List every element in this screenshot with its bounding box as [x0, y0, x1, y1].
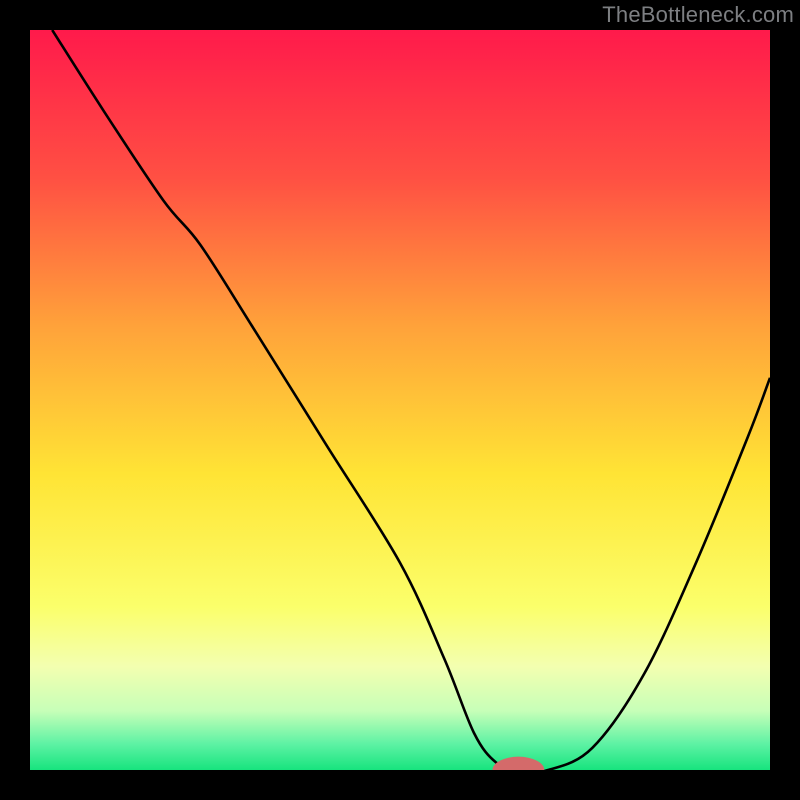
chart-background	[30, 30, 770, 770]
chart-svg	[30, 30, 770, 770]
attribution-text: TheBottleneck.com	[602, 2, 794, 28]
chart-container: TheBottleneck.com	[0, 0, 800, 800]
chart-frame	[30, 30, 770, 770]
